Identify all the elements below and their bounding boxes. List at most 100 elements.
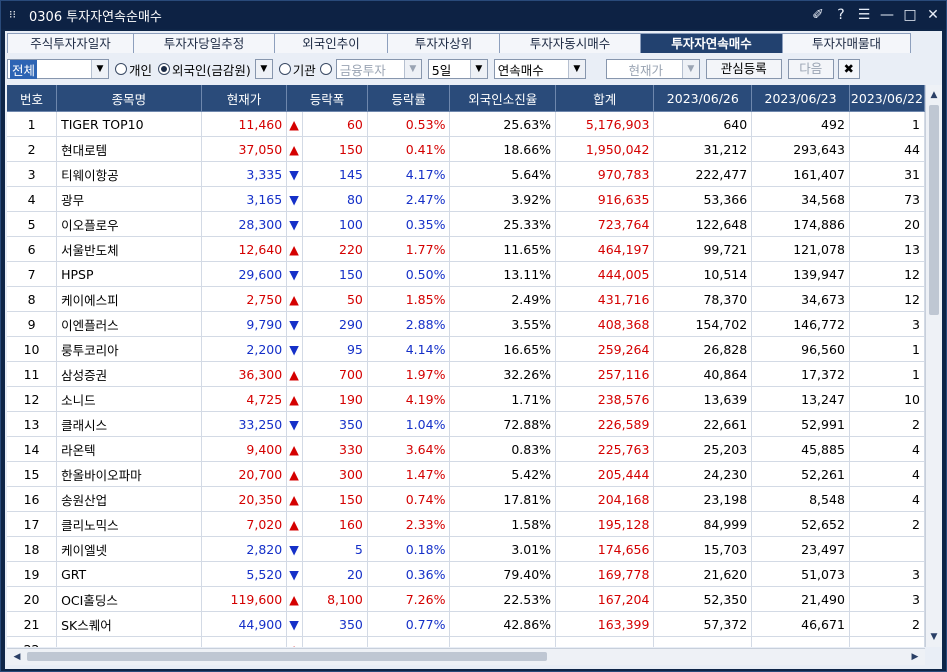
up-arrow-icon: ▲ — [286, 461, 303, 487]
tab-investor-supply[interactable]: 투자자매물대 — [782, 33, 911, 53]
menu-icon[interactable]: ☰ — [857, 6, 871, 24]
close-icon[interactable]: ✕ — [926, 6, 940, 24]
institution-type-select[interactable]: 금융투자 ▼ — [335, 59, 422, 79]
table-row[interactable]: 5 이오플로우 28,300 ▼ 100 0.35% 25.33% 723,764 122,64… — [7, 211, 925, 237]
total-amount: 408,368 — [555, 311, 655, 337]
total-amount: 226,589 — [555, 411, 655, 437]
scroll-up-icon[interactable]: ▲ — [926, 87, 942, 103]
table-row[interactable]: 19 GRT 5,520 ▼ 20 0.36% 79.40% 169,778 21,620 51,… — [7, 561, 925, 587]
table-row[interactable]: 3 티웨이항공 3,335 ▼ 145 4.17% 5.64% 970,783 222,477 1… — [7, 161, 925, 187]
foreign-type-select[interactable]: ▼ — [254, 59, 273, 79]
day-value: 99,721 — [653, 236, 753, 262]
row-number: 10 — [7, 336, 58, 362]
radio-institution-type[interactable] — [319, 63, 334, 75]
price-select-value: 현재가 — [628, 62, 664, 78]
tab-investor-simultaneous[interactable]: 투자자동시매수 — [499, 33, 641, 53]
table-row[interactable]: 1 TIGER TOP10 11,460 ▲ 60 0.53% 25.63% 5,176,90… — [7, 111, 925, 137]
days-select[interactable]: 5일 ▼ — [427, 59, 488, 79]
column-header[interactable]: 2023/06/22 — [849, 85, 925, 112]
chevron-down-icon: ▼ — [469, 60, 487, 78]
up-arrow-icon: ▲ — [286, 511, 303, 537]
column-header[interactable]: 2023/06/23 — [751, 85, 850, 112]
table-row[interactable]: 11 삼성증권 36,300 ▲ 700 1.97% 32.26% 257,116 40,864… — [7, 361, 925, 387]
pin-icon[interactable]: ✐ — [811, 6, 825, 24]
table-row[interactable]: 6 서울반도체 12,640 ▲ 220 1.77% 11.65% 464,197 99,721… — [7, 236, 925, 262]
current-price — [201, 636, 288, 647]
table-row[interactable]: 15 한올바이오파마 20,700 ▲ 300 1.47% 5.42% 205,444 24,2… — [7, 461, 925, 487]
radio-individual[interactable]: 개인 — [115, 60, 152, 79]
scroll-thumb[interactable] — [929, 105, 939, 315]
tab-investor-estimate[interactable]: 투자자당일추정 — [133, 33, 275, 53]
column-header[interactable]: 외국인소진율 — [449, 85, 557, 112]
column-header[interactable]: 등락폭 — [286, 85, 368, 112]
column-header[interactable]: 번호 — [7, 85, 58, 112]
vertical-scrollbar[interactable]: ▲ ▼ — [925, 85, 942, 647]
day-value: 8,548 — [751, 486, 850, 512]
tab-investor-top[interactable]: 투자자상위 — [387, 33, 500, 53]
price-select[interactable]: 현재가 ▼ — [605, 59, 700, 79]
change-amount: 80 — [302, 186, 368, 212]
foreign-exhaustion-rate: 25.63% — [449, 111, 557, 137]
stock-name: GRT — [56, 561, 202, 587]
column-header[interactable]: 합계 — [555, 85, 655, 112]
total-amount: 163,399 — [555, 611, 655, 637]
tools-icon[interactable]: ✖ — [837, 59, 860, 79]
next-button[interactable]: 다음 — [787, 59, 834, 79]
current-price: 37,050 — [201, 136, 288, 162]
scroll-down-icon[interactable]: ▼ — [926, 629, 942, 645]
day-value: 154,702 — [653, 311, 753, 337]
day-value: 3 — [849, 561, 925, 587]
total-amount: 431,716 — [555, 286, 655, 312]
table-row[interactable]: 7 HPSP 29,600 ▼ 150 0.50% 13.11% 444,005 10,514 1… — [7, 261, 925, 287]
title-bar[interactable]: ⁝⁝ 0306 투자자연속순매수 ✐ ? ☰ — □ ✕ — [1, 1, 946, 29]
table-row[interactable]: 12 소니드 4,725 ▲ 190 4.19% 1.71% 238,576 13,639 13,… — [7, 386, 925, 412]
change-amount: 50 — [302, 286, 368, 312]
stock-name: 서울반도체 — [56, 236, 202, 262]
table-row[interactable]: 21 SK스퀘어 44,900 ▼ 350 0.77% 42.86% 163,399 57,37… — [7, 611, 925, 637]
change-amount: 145 — [302, 161, 368, 187]
scroll-thumb[interactable] — [27, 652, 547, 661]
table-row[interactable]: 16 송원산업 20,350 ▲ 150 0.74% 17.81% 204,168 23,198… — [7, 486, 925, 512]
stock-grid[interactable]: 번호 종목명 현재가 등락폭 등락률 외국인소진율 합계 2023/06/26 … — [7, 85, 925, 647]
day-value: 21,490 — [751, 586, 850, 612]
table-row[interactable]: 14 라온텍 9,400 ▲ 330 3.64% 0.83% 225,763 25,203 45,… — [7, 436, 925, 462]
maximize-icon[interactable]: □ — [903, 6, 917, 24]
foreign-exhaustion-rate: 17.81% — [449, 486, 557, 512]
tab-investor-daily[interactable]: 주식투자자일자 — [7, 33, 134, 53]
column-header[interactable]: 등락률 — [367, 85, 451, 112]
row-number: 8 — [7, 286, 58, 312]
foreign-exhaustion-rate: 16.65% — [449, 336, 557, 362]
help-icon[interactable]: ? — [834, 6, 848, 24]
day-value: 31 — [849, 161, 925, 187]
minimize-icon[interactable]: — — [880, 6, 894, 24]
market-select[interactable]: 전체 ▼ — [7, 59, 109, 79]
table-row[interactable]: 20 OCI홀딩스 119,600 ▲ 8,100 7.26% 22.53% 167,204 5… — [7, 586, 925, 612]
scroll-left-icon[interactable]: ◀ — [9, 649, 25, 665]
table-row[interactable]: 17 클리노믹스 7,020 ▲ 160 2.33% 1.58% 195,128 84,999 5… — [7, 511, 925, 537]
horizontal-scrollbar[interactable]: ◀ ▶ — [7, 648, 925, 665]
table-row[interactable]: 10 룽투코리아 2,200 ▼ 95 4.14% 16.65% 259,264 26,828 9… — [7, 336, 925, 362]
column-header[interactable]: 현재가 — [201, 85, 288, 112]
scroll-right-icon[interactable]: ▶ — [907, 649, 923, 665]
table-row[interactable]: 22 ▲ — [7, 636, 925, 647]
tab-foreign-trend[interactable]: 외국인추이 — [274, 33, 388, 53]
table-row[interactable]: 2 현대로템 37,050 ▲ 150 0.41% 18.66% 1,950,042 31,21… — [7, 136, 925, 162]
table-row[interactable]: 8 케이에스피 2,750 ▲ 50 1.85% 2.49% 431,716 78,370 34,… — [7, 286, 925, 312]
radio-institution[interactable]: 기관 — [278, 60, 316, 79]
table-row[interactable]: 18 케이엘넷 2,820 ▼ 5 0.18% 3.01% 174,656 15,703 23,4… — [7, 536, 925, 562]
column-header[interactable]: 종목명 — [56, 85, 202, 112]
row-number: 21 — [7, 611, 58, 637]
mode-select[interactable]: 연속매수 ▼ — [493, 59, 586, 79]
tab-investor-consecutive[interactable]: 투자자연속매수 — [640, 33, 783, 53]
table-row[interactable]: 4 광무 3,165 ▼ 80 2.47% 3.92% 916,635 53,366 34,568… — [7, 186, 925, 212]
watchlist-button[interactable]: 관심등록 — [705, 59, 782, 79]
radio-foreign[interactable]: 외국인(금감원) — [158, 60, 251, 79]
table-row[interactable]: 9 이엔플러스 9,790 ▼ 290 2.88% 3.55% 408,368 154,702 1… — [7, 311, 925, 337]
column-header[interactable]: 2023/06/26 — [653, 85, 753, 112]
table-row[interactable]: 13 클래시스 33,250 ▼ 350 1.04% 72.88% 226,589 22,661… — [7, 411, 925, 437]
change-rate: 1.85% — [367, 286, 451, 312]
total-amount: 204,168 — [555, 486, 655, 512]
stock-name: 티웨이항공 — [56, 161, 202, 187]
current-price: 29,600 — [201, 261, 288, 287]
day-value: 20 — [849, 211, 925, 237]
